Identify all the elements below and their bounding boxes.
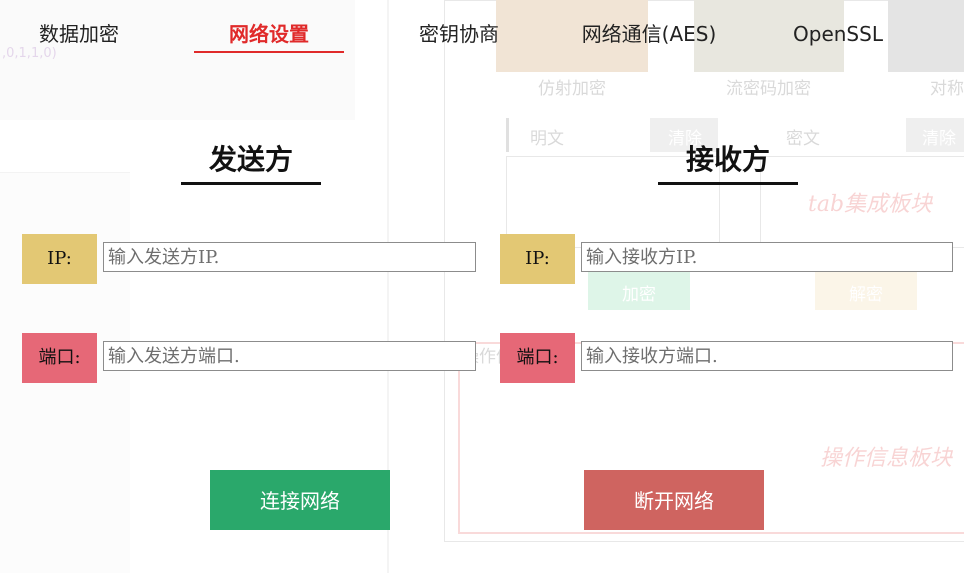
sender-ip-label: IP:: [22, 234, 97, 284]
receiver-ip-input[interactable]: [581, 242, 953, 272]
tab-openssl[interactable]: OpenSSL: [778, 16, 898, 52]
connect-network-button[interactable]: 连接网络: [210, 470, 390, 530]
sender-title-underline: [181, 182, 321, 185]
sender-ip-input[interactable]: [103, 242, 476, 272]
tab-key-negotiation[interactable]: 密钥协商: [400, 16, 518, 52]
tab-network-settings[interactable]: 网络设置: [194, 16, 344, 52]
sender-port-label: 端口:: [22, 333, 97, 383]
receiver-title-underline: [658, 182, 798, 185]
receiver-port-label: 端口:: [500, 333, 575, 383]
sender-title: 发送方: [208, 143, 293, 176]
network-settings-panel: 数据加密 网络设置 密钥协商 网络通信(AES) OpenSSL 发送方 IP:…: [0, 0, 964, 573]
disconnect-network-button[interactable]: 断开网络: [584, 470, 764, 530]
sender-port-input[interactable]: [103, 341, 476, 371]
active-tab-underline: [194, 51, 344, 53]
receiver-port-input[interactable]: [581, 341, 953, 371]
receiver-title: 接收方: [685, 143, 770, 176]
tab-data-encryption[interactable]: 数据加密: [20, 16, 138, 52]
receiver-ip-label: IP:: [500, 234, 575, 284]
tab-network-communication-aes[interactable]: 网络通信(AES): [574, 16, 724, 52]
